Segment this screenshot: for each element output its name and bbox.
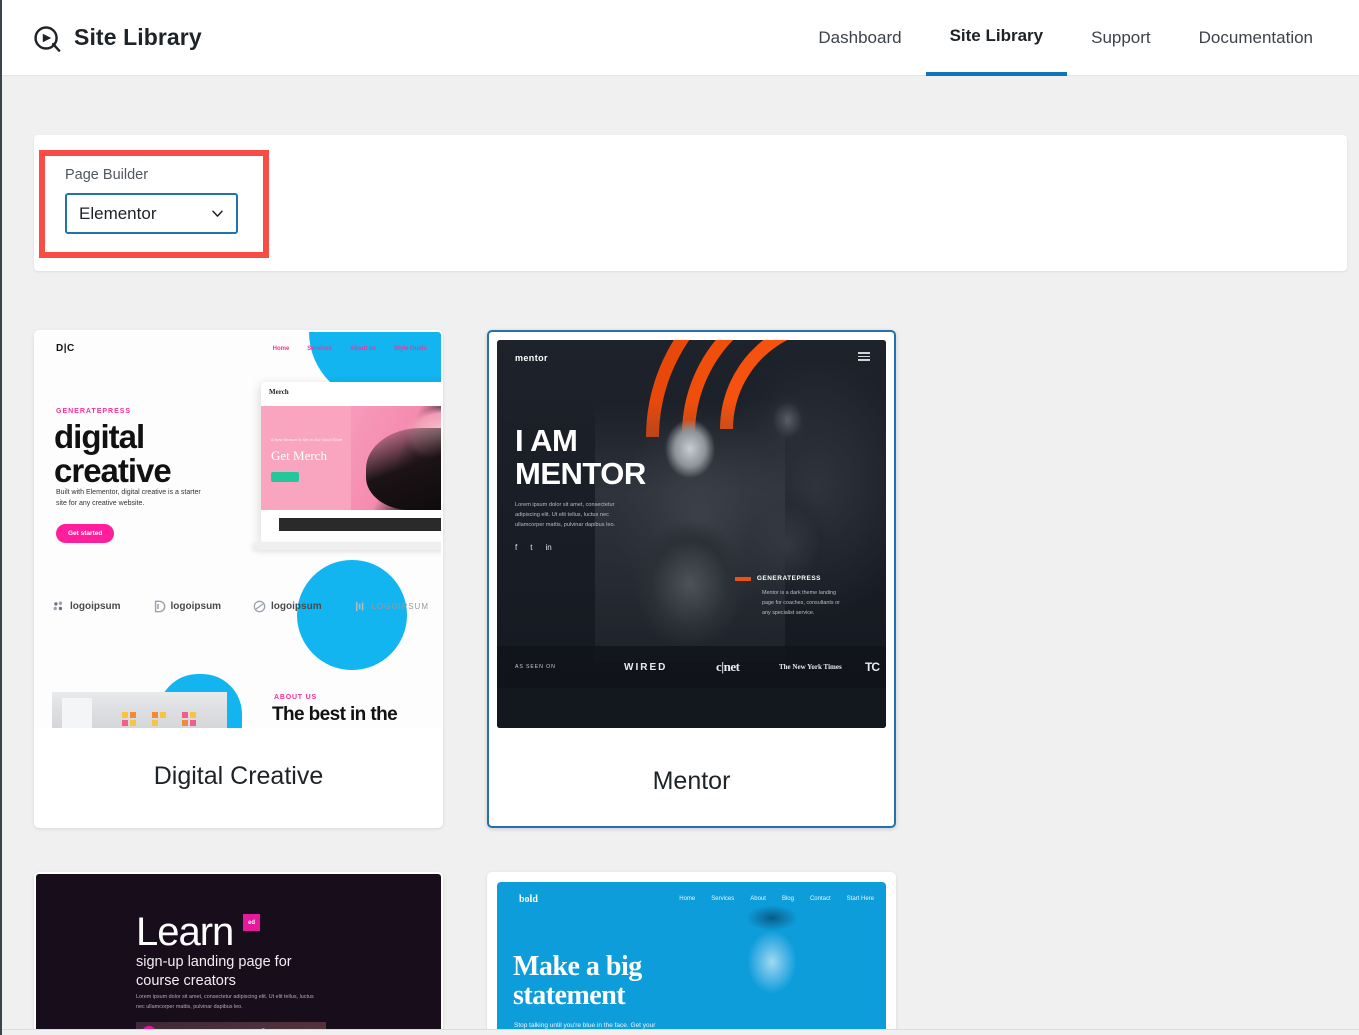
thumb-heading-line2: statement — [513, 980, 626, 1012]
page-builder-selected-value: Elementor — [79, 204, 157, 224]
thumb-badge-label: GENERATEPRESS — [756, 575, 821, 582]
thumb-press-brand: TC — [865, 660, 880, 674]
chevron-down-icon — [212, 210, 223, 218]
site-thumbnail-digital-creative: D|C Home Services About us Style Guide G… — [36, 332, 441, 728]
thumb-laptop-heading: Get Merch — [271, 448, 327, 463]
thumb-client-logo: logoipsum — [52, 600, 121, 613]
site-card-digital-creative[interactable]: D|C Home Services About us Style Guide G… — [34, 330, 443, 828]
thumb-press-brand: c|net — [716, 659, 740, 674]
site-card-title: Mentor — [652, 766, 731, 795]
page-builder-select[interactable]: Elementor — [65, 193, 238, 235]
thumb-paragraph: Built with Elementor, digital creative i… — [56, 489, 201, 507]
thumb-nav-item: Home — [272, 346, 290, 352]
hamburger-menu-icon — [858, 352, 870, 361]
thumb-nav-item: Blog — [781, 896, 794, 902]
thumb-heading: I AM MENTOR — [515, 424, 646, 490]
site-thumbnail-bold: bold Home Services About Blog Contact St… — [489, 874, 894, 1035]
thumb-heading-line1: Make a big — [513, 951, 642, 982]
thumb-client-logo-label: logoipsum — [170, 601, 222, 612]
thumb-heading-line2: creative — [54, 451, 172, 489]
page-builder-field: Page Builder Elementor — [65, 167, 240, 235]
thumb-heading: digital creative — [54, 418, 172, 489]
nav-item-documentation[interactable]: Documentation — [1175, 0, 1337, 76]
thumb-client-logo: logoipsum — [253, 600, 322, 613]
thumb-logo-strip: logoipsum logoipsum logoipsum LOGOIPSUM — [52, 600, 429, 613]
thumb-nav-item: About — [750, 896, 766, 902]
bars-icon — [355, 601, 363, 612]
thumb-client-logo: LOGOIPSUM — [354, 600, 429, 613]
thumb-nav-item: About us — [349, 346, 376, 352]
thumb-eyebrow: GENERATEPRESS — [56, 408, 132, 415]
circle-slash-icon — [253, 600, 266, 613]
site-thumbnail-learned: Learn ed sign-up landing page for course… — [36, 874, 441, 1035]
app-window: Site Library Dashboard Site Library Supp… — [0, 0, 1359, 1035]
badge-bar — [734, 576, 751, 581]
thumb-badge: ed — [243, 914, 260, 931]
thumb-client-logo-label: logoipsum — [70, 601, 121, 612]
page-builder-label: Page Builder — [65, 167, 149, 183]
thumb-heading: Learn — [136, 910, 234, 954]
site-card-mentor[interactable]: mentor I AM MENTOR Lorem ipsum dolor sit… — [487, 330, 896, 828]
filter-panel: Page Builder Elementor — [34, 135, 1347, 271]
site-card-learned[interactable]: Learn ed sign-up landing page for course… — [34, 872, 443, 1035]
thumb-nav-item: Start Here — [846, 896, 874, 902]
site-card-title: Digital Creative — [153, 761, 324, 790]
app-header: Site Library Dashboard Site Library Supp… — [2, 0, 1359, 76]
thumb-nav-item: Services — [711, 896, 735, 902]
thumb-nav: Home Services About Blog Contact Start H… — [679, 896, 874, 902]
thumb-client-logo: logoipsum — [153, 600, 222, 613]
thumb-press-brand: The New York Times — [779, 663, 842, 671]
brand: Site Library — [32, 23, 202, 53]
thumb-heading: Make a big statement — [513, 952, 642, 1011]
nav-item-site-library[interactable]: Site Library — [925, 0, 1068, 76]
main-nav: Dashboard Site Library Support Documenta… — [794, 0, 1359, 76]
half-disc-icon — [154, 600, 165, 613]
site-thumbnail-mentor: mentor I AM MENTOR Lorem ipsum dolor sit… — [497, 340, 886, 728]
thumb-logo: bold — [519, 894, 538, 905]
nav-item-support[interactable]: Support — [1067, 0, 1175, 76]
nav-item-dashboard[interactable]: Dashboard — [794, 0, 925, 76]
thumb-heading-line2: MENTOR — [515, 456, 646, 492]
thumb-laptop-tagline: A New Season Is Set In Our Good Store — [271, 437, 343, 442]
facebook-icon: f — [515, 543, 518, 552]
twitter-icon: t — [530, 543, 533, 552]
thumb-nav: Home Services About us Style Guide — [273, 346, 427, 352]
thumb-press-strip: AS SEEN ON WIRED c|net The New York Time… — [497, 646, 886, 688]
thumb-social-links: f t in — [515, 543, 552, 552]
thumb-nav-item: Services — [307, 346, 332, 352]
thumb-subheading: sign-up landing page for course creators — [136, 954, 292, 990]
thumb-logo: mentor — [515, 353, 548, 363]
page-title: Site Library — [74, 24, 202, 50]
site-card-grid: D|C Home Services About us Style Guide G… — [34, 330, 1347, 1035]
thumb-badge-paragraph: Mentor is a dark theme landing page for … — [762, 590, 840, 616]
thumb-client-logo-label: LOGOIPSUM — [371, 602, 429, 611]
site-library-logo-icon — [34, 25, 61, 52]
thumb-heading-line1: I AM — [515, 423, 578, 458]
thumb-laptop-brand: Merch — [269, 388, 289, 396]
thumb-paragraph: Lorem ipsum dolor sit amet, consectetur … — [515, 502, 616, 529]
thumb-nav-item: Home — [679, 896, 696, 902]
thumb-client-logo-label: logoipsum — [271, 601, 322, 612]
thumb-nav-item: Style Guide — [393, 346, 427, 352]
thumb-logo: D|C — [56, 343, 75, 354]
linkedin-icon: in — [545, 543, 552, 552]
thumb-badge: GENERATEPRESS — [734, 575, 821, 582]
thumb-as-seen-on: AS SEEN ON — [515, 664, 556, 670]
thumb-paragraph: Lorem ipsum dolor sit amet, consectetur … — [136, 994, 314, 1010]
flower-dots-icon — [53, 601, 63, 611]
thumb-cta-button: Get started — [56, 524, 115, 543]
thumb-office-photo — [52, 692, 227, 728]
thumb-heading-line1: digital — [54, 418, 145, 455]
thumb-about-eyebrow: ABOUT US — [274, 694, 317, 701]
thumb-laptop-mockup: Merch A New Season Is Set In Our Good St… — [261, 382, 441, 542]
horizontal-scrollbar[interactable] — [2, 1029, 1359, 1035]
site-card-bold[interactable]: bold Home Services About Blog Contact St… — [487, 872, 896, 1035]
thumb-press-brand: WIRED — [624, 661, 668, 673]
thumb-about-heading: The best in the — [272, 704, 398, 725]
thumb-nav-item: Contact — [809, 896, 831, 902]
